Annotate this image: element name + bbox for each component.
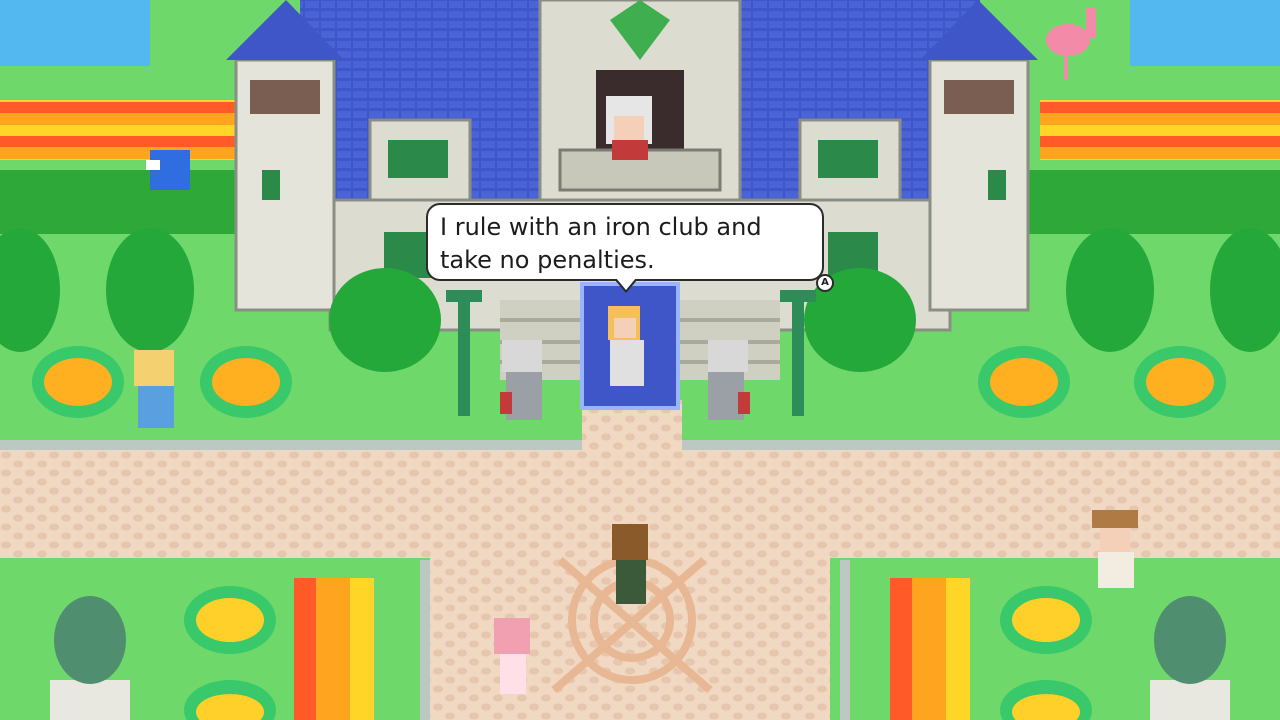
- dialog-line-2: take no penalties.: [440, 246, 655, 274]
- queen-npc: [606, 96, 652, 160]
- dialog-bubble: I rule with an iron club and take no pen…: [426, 203, 824, 293]
- flower-row-right: [1040, 100, 1280, 160]
- tower-right: [920, 0, 1038, 312]
- blonde-npc: [134, 350, 174, 428]
- game-scene: I rule with an iron club and take no pen…: [0, 0, 1280, 720]
- ruler-npc: [608, 306, 644, 386]
- flower-row-left: [0, 100, 240, 160]
- player-character: [612, 524, 648, 604]
- bird: [146, 150, 190, 190]
- water-top-left: [0, 0, 150, 66]
- world-map: [0, 0, 1280, 720]
- tower-left: [226, 0, 344, 312]
- water-top-right: [1130, 0, 1280, 66]
- continue-a-button[interactable]: A: [816, 274, 834, 292]
- hedge-right: [1020, 170, 1280, 234]
- hedge-left: [0, 170, 240, 234]
- dialog-line-1: I rule with an iron club and: [440, 213, 762, 241]
